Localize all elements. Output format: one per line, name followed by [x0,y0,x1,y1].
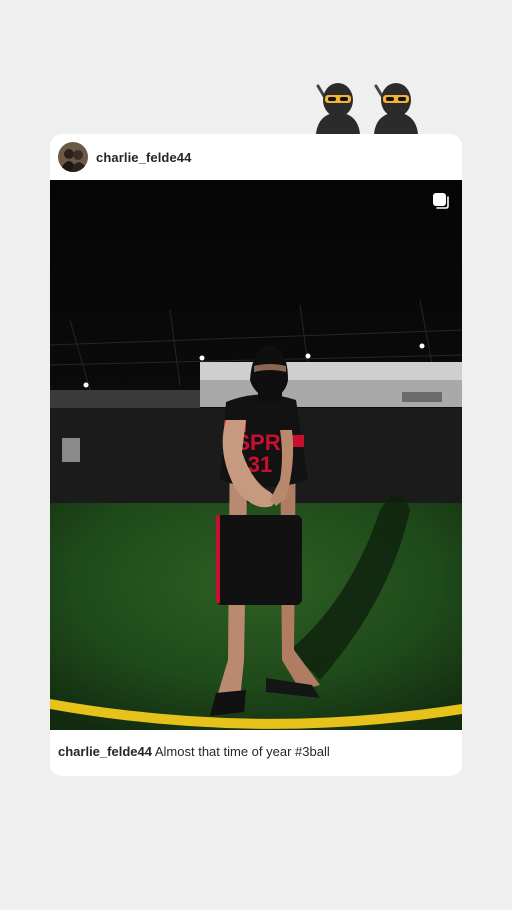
post-card[interactable]: charlie_felde44 SPR 31 charlie_felde44 A… [50,134,462,776]
post-header: charlie_felde44 [50,134,462,180]
sticker-row [312,80,422,134]
profile-avatar-icon[interactable] [58,142,88,172]
post-username[interactable]: charlie_felde44 [96,150,191,165]
ninja-sticker-icon[interactable] [312,80,364,134]
post-photo[interactable]: SPR 31 [50,180,462,730]
ninja-sticker-icon[interactable] [370,80,422,134]
caption-text: Almost that time of year #3ball [154,744,330,759]
caption-username[interactable]: charlie_felde44 [58,744,152,759]
carousel-icon[interactable] [432,192,450,210]
post-photo-image: SPR 31 [50,180,462,730]
post-caption: charlie_felde44 Almost that time of year… [58,744,454,759]
